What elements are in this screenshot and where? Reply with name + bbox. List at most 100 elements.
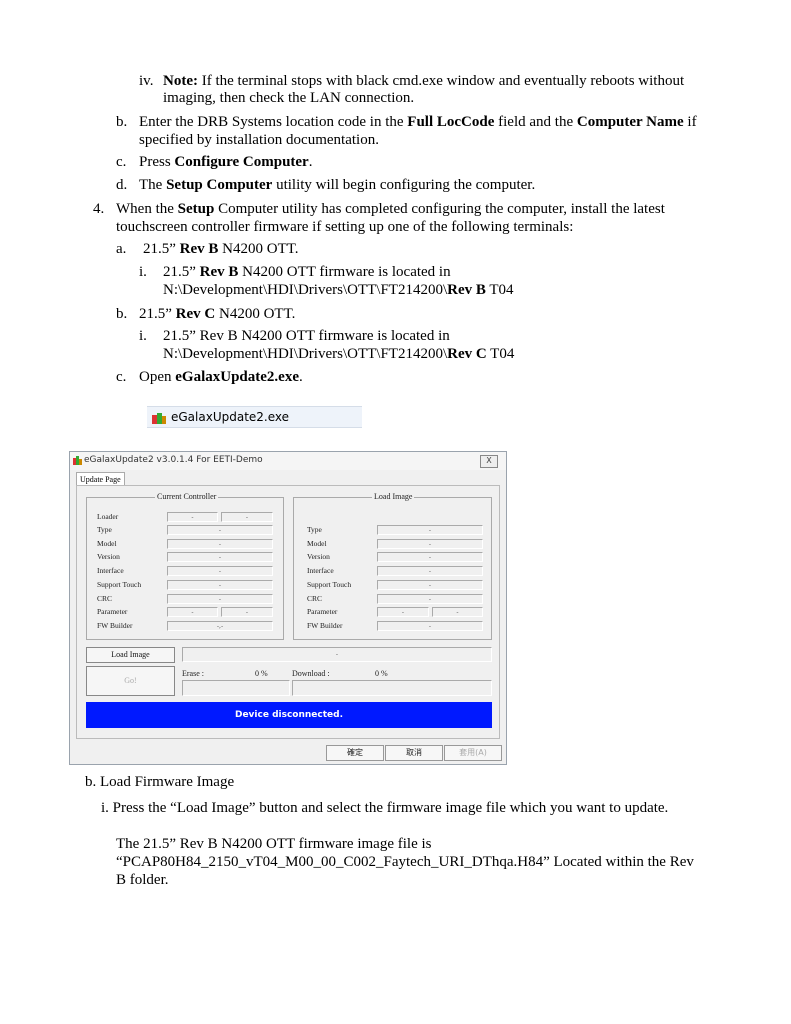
text: . (308, 154, 313, 170)
step-b2-line: 21.5” Rev C N4200 OTT. (139, 305, 295, 323)
version-value: - (167, 552, 273, 562)
field-label: Parameter (97, 607, 128, 616)
note-label: Note: (163, 73, 198, 89)
field-label: Model (97, 539, 117, 548)
loader-value-2: - (221, 512, 273, 522)
erase-progress-bar (182, 680, 290, 696)
list-marker: iv. (139, 73, 154, 89)
text: 21.5” (163, 264, 200, 280)
download-label: Download : (292, 669, 330, 678)
bold-text: eGalaxUpdate2.exe (175, 369, 299, 385)
bold-text: Configure Computer (174, 154, 309, 170)
text: N4200 OTT. (218, 241, 299, 257)
list-marker: 4. (93, 201, 105, 217)
go-button[interactable]: Go! (86, 666, 175, 696)
group-label: Load Image (372, 492, 415, 501)
type-value: - (377, 525, 483, 535)
update-page-panel: Current Controller Loader Type Model Ver… (76, 485, 500, 739)
download-percent: 0 % (375, 669, 388, 678)
load-image-button[interactable]: Load Image (86, 647, 175, 663)
list-marker: b. (116, 306, 128, 322)
file-list-screenshot: eGalaxUpdate2.exe (147, 404, 362, 430)
support-touch-value: - (377, 580, 483, 590)
step-b-line-2: specified by installation documentation. (139, 132, 379, 148)
list-marker: c. (116, 369, 127, 385)
field-label: Version (97, 552, 120, 561)
field-label: Interface (307, 566, 334, 575)
step-b-line-1: Enter the DRB Systems location code in t… (139, 113, 697, 131)
text: 21.5” (143, 241, 180, 257)
parameter-value-2: - (432, 607, 483, 617)
firmware-file-line-3: B folder. (116, 872, 169, 888)
note-line-2: imaging, then check the LAN connection. (163, 90, 415, 106)
text: Press (139, 154, 175, 170)
press-load-image-instruction: i. Press the “Load Image” button and sel… (101, 800, 669, 816)
list-marker: d. (116, 177, 128, 193)
file-item-row[interactable]: eGalaxUpdate2.exe (147, 406, 362, 428)
crc-value: - (377, 594, 483, 604)
text: N:\Development\HDI\Drivers\OTT\FT214200\ (163, 282, 448, 298)
step-b2-i-line-1: 21.5” Rev B N4200 OTT firmware is locate… (163, 328, 450, 344)
parameter-value-2: - (221, 607, 273, 617)
egalax-update-dialog: eGalaxUpdate2 v3.0.1.4 For EETI-Demo X U… (69, 451, 507, 765)
dialog-titlebar: eGalaxUpdate2 v3.0.1.4 For EETI-Demo X (70, 452, 506, 470)
field-label: CRC (97, 594, 113, 603)
text: Computer utility has completed configuri… (214, 201, 665, 217)
apply-button[interactable]: 套用(A) (444, 745, 502, 761)
erase-label: Erase : (182, 669, 204, 678)
text: 21.5” (139, 306, 176, 322)
list-marker: b. (116, 114, 128, 130)
field-label: Version (307, 552, 330, 561)
ok-button[interactable]: 確定 (326, 745, 384, 761)
model-value: - (167, 539, 273, 549)
download-progress-bar (292, 680, 492, 696)
step-a-line: 21.5” Rev B N4200 OTT. (143, 240, 299, 258)
status-bar: Device disconnected. (86, 702, 492, 728)
field-label: CRC (307, 594, 323, 603)
field-label: Parameter (307, 607, 338, 616)
step-b2-i-path: N:\Development\HDI\Drivers\OTT\FT214200\… (163, 345, 514, 363)
support-touch-value: - (167, 580, 273, 590)
field-label: FW Builder (307, 621, 343, 630)
file-name: eGalaxUpdate2.exe (171, 410, 290, 424)
note-text: If the terminal stops with black cmd.exe… (197, 73, 685, 89)
current-controller-group: Current Controller Loader Type Model Ver… (86, 492, 284, 640)
text: When the (116, 201, 178, 217)
version-value: - (377, 552, 483, 562)
text: Enter the DRB Systems location code in t… (139, 114, 408, 130)
load-firmware-heading: b. Load Firmware Image (85, 774, 235, 790)
bold-text: Full LocCode (407, 114, 495, 130)
parameter-value-1: - (377, 607, 429, 617)
bold-text: Rev B (199, 264, 239, 280)
field-label: Support Touch (307, 580, 352, 589)
text: N4200 OTT firmware is located in (238, 264, 451, 280)
fw-builder-value: -,- (167, 621, 273, 631)
step-4-line-2: touchscreen controller firmware if setti… (116, 219, 574, 235)
image-path-field: - (182, 647, 492, 662)
field-label: Model (307, 539, 327, 548)
list-marker: i. (139, 328, 147, 344)
close-icon[interactable]: X (480, 455, 498, 468)
text: T04 (485, 282, 514, 298)
cancel-button[interactable]: 取消 (385, 745, 443, 761)
text: Open (139, 369, 176, 385)
tab-update-page[interactable]: Update Page (76, 472, 125, 486)
bold-text: Setup (177, 201, 215, 217)
list-marker: c. (116, 154, 127, 170)
text: N4200 OTT. (215, 306, 296, 322)
group-label: Current Controller (155, 492, 219, 501)
field-label: FW Builder (97, 621, 133, 630)
step-c-line: Press Configure Computer. (139, 153, 312, 171)
text: if (683, 114, 697, 130)
bold-text: Setup Computer (166, 177, 273, 193)
step-a-i-path: N:\Development\HDI\Drivers\OTT\FT214200\… (163, 281, 514, 299)
bold-text: Computer Name (576, 114, 684, 130)
field-label: Interface (97, 566, 124, 575)
firmware-file-line-2: “PCAP80H84_2150_vT04_M00_00_C002_Faytech… (116, 854, 694, 870)
text: . (298, 369, 303, 385)
list-marker: i. (139, 264, 147, 280)
step-c2-line: Open eGalaxUpdate2.exe. (139, 368, 303, 386)
field-label: Loader (97, 512, 119, 521)
bold-text: Rev B (447, 282, 486, 298)
text: N:\Development\HDI\Drivers\OTT\FT214200\ (163, 346, 448, 362)
